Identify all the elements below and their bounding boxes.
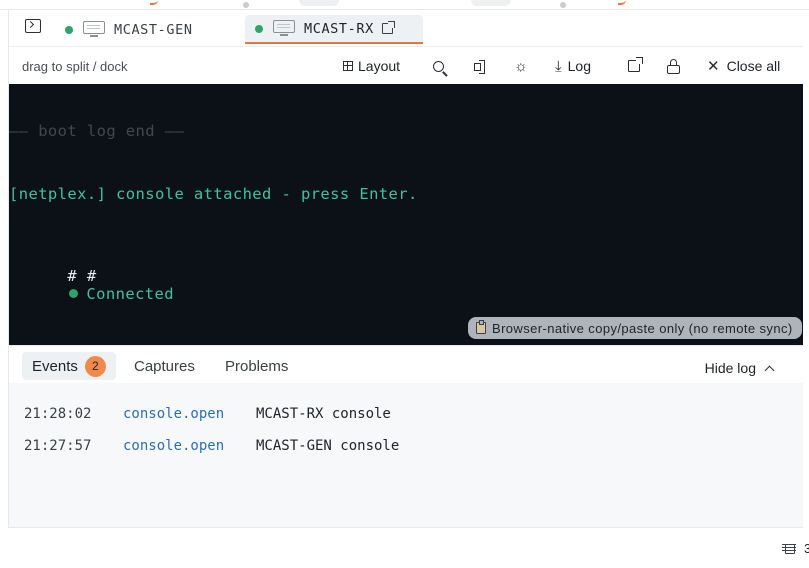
log-time: 21:28:02 [24, 406, 92, 422]
clipboard-note: Browser-native copy/paste only (no remot… [468, 317, 802, 339]
events-count-badge: 2 [84, 355, 106, 377]
log-time: 21:27:57 [24, 438, 92, 454]
tab-label: Captures [134, 357, 195, 375]
connected-text: Connected [86, 285, 174, 303]
log-event-link[interactable]: console.open [123, 438, 224, 454]
tab-problems[interactable]: Problems [215, 352, 298, 380]
close-icon: ✕ [707, 57, 720, 75]
download-log-button[interactable]: ⤓ Log [555, 57, 591, 75]
log-event-link[interactable]: console.open [123, 406, 224, 422]
search-button[interactable] [433, 57, 444, 75]
tab-events[interactable]: Events 2 [22, 352, 116, 380]
prompt-line: # # Connected [9, 249, 174, 321]
monitor-icon [273, 20, 295, 37]
event-log-list: 21:28:02 console.open MCAST-RX console 2… [9, 383, 803, 528]
speaker-icon [474, 59, 488, 73]
clipboard-note-text: Browser-native copy/paste only (no remot… [492, 320, 793, 336]
tab-label: MCAST-GEN [114, 21, 193, 38]
theme-button[interactable]: ☼ [514, 57, 528, 75]
tab-mcast-gen[interactable]: MCAST-GEN [65, 15, 199, 44]
status-dot [255, 24, 263, 33]
handle-mark [299, 0, 339, 6]
lock-button[interactable] [667, 57, 680, 75]
console-icon[interactable] [25, 19, 41, 33]
sun-icon: ☼ [514, 57, 528, 75]
close-all-button[interactable]: ✕ Close all [707, 57, 780, 75]
tab-label: MCAST-RX [304, 20, 374, 37]
indicator-dot [560, 2, 566, 8]
hide-log-button[interactable]: Hide log [704, 360, 775, 376]
footer-text: 3 [804, 541, 809, 556]
console-panel: MCAST-GEN MCAST-RX drag to split / dock … [8, 10, 803, 528]
handle-mark [471, 0, 511, 6]
console-tab-bar: MCAST-GEN MCAST-RX [9, 10, 803, 46]
layout-button[interactable]: Layout [343, 57, 400, 75]
clipboard-icon [476, 320, 486, 334]
tab-mcast-rx[interactable]: MCAST-RX [245, 15, 423, 44]
connected-dot [69, 289, 79, 298]
terminal-output[interactable]: —— boot log end —— [netplex.] console at… [9, 84, 803, 345]
download-icon: ⤓ [555, 57, 562, 75]
grid-icon [343, 61, 353, 71]
open-external-button[interactable] [628, 57, 643, 75]
boot-log-line: —— boot log end —— [9, 122, 185, 140]
chevron-up-icon [764, 365, 775, 375]
attached-line: [netplex.] console attached - press Ente… [9, 185, 418, 203]
tab-label: Events [32, 357, 78, 375]
log-message: MCAST-RX console [256, 406, 391, 422]
indicator-dot [243, 2, 249, 8]
unlock-icon [667, 58, 680, 74]
sound-button[interactable] [474, 57, 488, 75]
log-message: MCAST-GEN console [256, 438, 400, 454]
monitor-icon [83, 21, 105, 38]
hide-log-label: Hide log [704, 360, 756, 376]
accent-mark [150, 0, 158, 5]
search-icon [433, 60, 444, 72]
tab-captures[interactable]: Captures [124, 352, 205, 380]
accent-mark [618, 0, 626, 5]
popout-icon[interactable] [381, 21, 395, 34]
console-toolbar: drag to split / dock Layout ☼ ⤓ Log ✕ Cl… [9, 46, 803, 84]
external-link-icon [628, 57, 643, 72]
log-label: Log [567, 58, 591, 74]
status-dot [65, 25, 73, 34]
top-strip [0, 0, 809, 10]
prompt: # # [67, 267, 97, 285]
tab-label: Problems [225, 357, 289, 375]
drag-hint: drag to split / dock [22, 59, 128, 74]
layout-label: Layout [358, 58, 401, 74]
log-tab-bar: Events 2 Captures Problems Hide log [9, 345, 803, 383]
chip-icon [782, 541, 796, 555]
close-all-label: Close all [726, 58, 781, 74]
